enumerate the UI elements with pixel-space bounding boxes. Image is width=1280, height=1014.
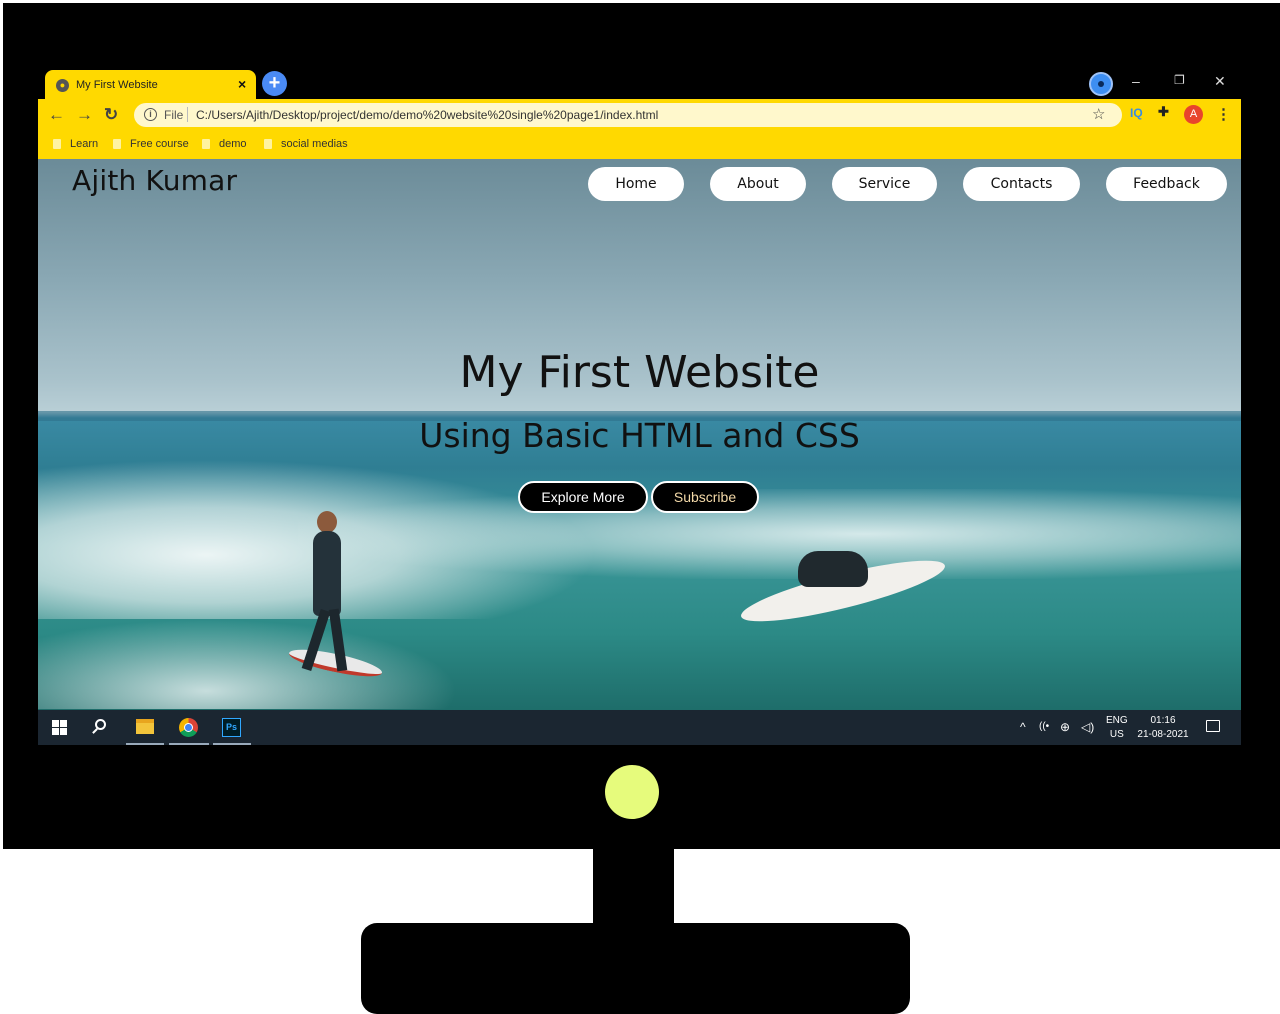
taskbar-active-indicator	[213, 743, 251, 745]
nav-about[interactable]: About	[710, 167, 806, 201]
puzzle-icon[interactable]: ✚	[1158, 104, 1169, 120]
surfer-leg	[301, 608, 331, 672]
photoshop-icon[interactable]: Ps	[222, 718, 241, 737]
chrome-icon[interactable]	[179, 718, 198, 737]
reload-icon[interactable]: ↻	[104, 105, 118, 125]
nav-contacts[interactable]: Contacts	[963, 167, 1080, 201]
iq-extension-icon[interactable]: IQ	[1130, 106, 1143, 120]
start-tile	[52, 728, 59, 735]
scheme-label: File	[164, 108, 184, 122]
monitor-stand	[361, 923, 910, 1014]
region-code: US	[1109, 729, 1124, 740]
taskbar-active-indicator	[126, 743, 164, 745]
bookmark-label: social medias	[281, 138, 348, 150]
globe-favicon-icon: ●	[56, 79, 69, 92]
avatar[interactable]: A	[1184, 105, 1203, 124]
subscribe-button[interactable]: Subscribe	[651, 481, 759, 513]
hero-title: My First Website	[459, 347, 820, 398]
tab-title: My First Website	[76, 79, 158, 91]
search-icon[interactable]	[95, 719, 106, 730]
surfer-head	[317, 511, 337, 533]
wifi-icon[interactable]: ((•	[1039, 721, 1049, 732]
address-bar[interactable]: i File C:/Users/Ajith/Desktop/project/de…	[134, 103, 1122, 127]
paddling-surfer	[798, 551, 868, 587]
tab-close-icon[interactable]: ×	[238, 76, 246, 92]
clock-date: 21-08-2021	[1137, 729, 1189, 740]
info-icon[interactable]: i	[144, 108, 157, 121]
surfer-body	[313, 531, 341, 616]
url-text[interactable]: C:/Users/Ajith/Desktop/project/demo/demo…	[196, 108, 658, 122]
bookmark-label: Learn	[70, 138, 99, 150]
page-viewport: Ajith Kumar Home About Service Contacts …	[38, 159, 1241, 710]
volume-icon[interactable]: ◁)	[1081, 720, 1094, 734]
profile-icon[interactable]	[1089, 72, 1113, 96]
nav-service[interactable]: Service	[832, 167, 937, 201]
hero-subtitle: Using Basic HTML and CSS	[419, 416, 860, 455]
bookmark-demo[interactable]: demo	[202, 138, 247, 150]
browser-titlebar: ● My First Website × + – ❐ ✕	[38, 66, 1241, 103]
nav-home[interactable]: Home	[588, 167, 684, 201]
surfer	[301, 509, 353, 684]
site-logo: Ajith Kumar	[72, 164, 238, 197]
bookmark-label: demo	[219, 138, 247, 150]
language-code: ENG	[1106, 715, 1128, 726]
power-led	[605, 765, 659, 819]
minimize-button[interactable]: –	[1132, 73, 1140, 89]
windows-start-icon[interactable]	[52, 720, 67, 735]
bookmark-free-course[interactable]: Free course	[113, 138, 189, 150]
start-tile	[60, 728, 67, 735]
folder-icon	[202, 139, 210, 149]
monitor-neck	[593, 846, 674, 926]
start-tile	[60, 720, 67, 727]
folder-icon	[264, 139, 272, 149]
new-tab-button[interactable]: +	[262, 71, 287, 96]
clock-time: 01:16	[1150, 715, 1176, 726]
language-indicator[interactable]: ENG US	[1106, 714, 1128, 742]
nav-feedback[interactable]: Feedback	[1106, 167, 1227, 201]
screen: ● My First Website × + – ❐ ✕ ← → ↻ i Fil…	[38, 66, 1241, 745]
kebab-menu-icon[interactable]: ⋮	[1216, 105, 1231, 123]
close-window-button[interactable]: ✕	[1214, 73, 1226, 90]
folder-icon	[113, 139, 121, 149]
notification-icon[interactable]	[1206, 720, 1220, 732]
start-tile	[52, 720, 59, 727]
bookmarks-bar: Learn Free course demo social medias	[38, 131, 1241, 159]
bookmark-social-medias[interactable]: social medias	[264, 138, 348, 150]
forward-icon[interactable]: →	[76, 105, 93, 125]
chevron-up-icon[interactable]: ^	[1020, 720, 1026, 734]
omnibox-separator	[187, 107, 188, 122]
clock[interactable]: 01:16 21-08-2021	[1136, 714, 1190, 742]
back-icon[interactable]: ←	[48, 105, 65, 125]
bookmark-learn[interactable]: Learn	[53, 138, 98, 150]
wave-foam	[298, 489, 1241, 579]
bookmark-label: Free course	[130, 138, 189, 150]
folder-icon	[53, 139, 61, 149]
windows-taskbar: Ps ^ ((• ⊕ ◁) ENG US 01:16 21-08-2021	[38, 710, 1241, 745]
restore-button[interactable]: ❐	[1174, 73, 1185, 87]
browser-toolbar: ← → ↻ i File C:/Users/Ajith/Desktop/proj…	[38, 99, 1241, 131]
surfer-leg	[328, 608, 348, 672]
taskbar-active-indicator	[169, 743, 209, 745]
star-icon[interactable]: ☆	[1092, 105, 1105, 123]
explore-more-button[interactable]: Explore More	[518, 481, 648, 513]
globe-icon[interactable]: ⊕	[1060, 720, 1070, 734]
file-explorer-icon[interactable]	[136, 719, 154, 734]
wave-foam	[38, 619, 458, 709]
